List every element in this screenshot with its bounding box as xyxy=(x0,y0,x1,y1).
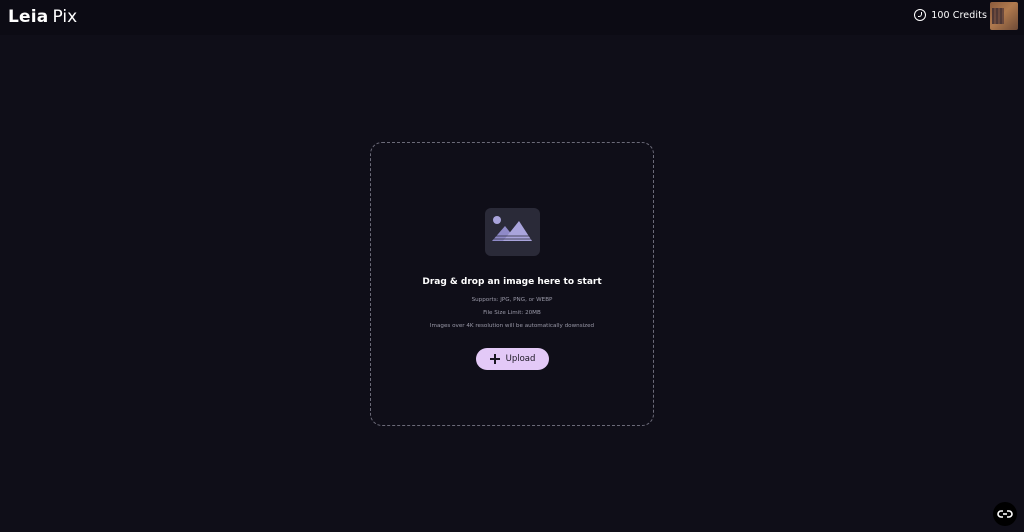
plus-icon xyxy=(489,354,500,364)
supported-formats-text: Supports: JPG, PNG, or WEBP xyxy=(471,297,553,303)
file-size-limit-text: File Size Limit: 20MB xyxy=(483,310,541,316)
credits-label: 100 Credits xyxy=(931,9,987,21)
upload-button-label: Upload xyxy=(505,354,536,364)
image-dropzone[interactable]: Drag & drop an image here to start Suppo… xyxy=(370,142,654,426)
dropzone-headline: Drag & drop an image here to start xyxy=(422,277,602,287)
link-button[interactable] xyxy=(993,502,1017,526)
credits-coin-icon xyxy=(914,9,927,21)
image-placeholder-icon xyxy=(485,208,540,256)
logo-leia-text: Leia xyxy=(8,7,49,27)
user-avatar[interactable] xyxy=(990,2,1018,30)
top-bar: Leia Pix 100 Credits xyxy=(0,0,1024,35)
credits-display[interactable]: 100 Credits xyxy=(914,9,987,21)
link-icon xyxy=(997,510,1013,518)
resolution-note-text: Images over 4K resolution will be automa… xyxy=(429,323,595,329)
upload-button[interactable]: Upload xyxy=(476,348,549,370)
logo-pix-text: Pix xyxy=(52,7,78,27)
leiapix-logo[interactable]: Leia Pix xyxy=(8,7,77,27)
